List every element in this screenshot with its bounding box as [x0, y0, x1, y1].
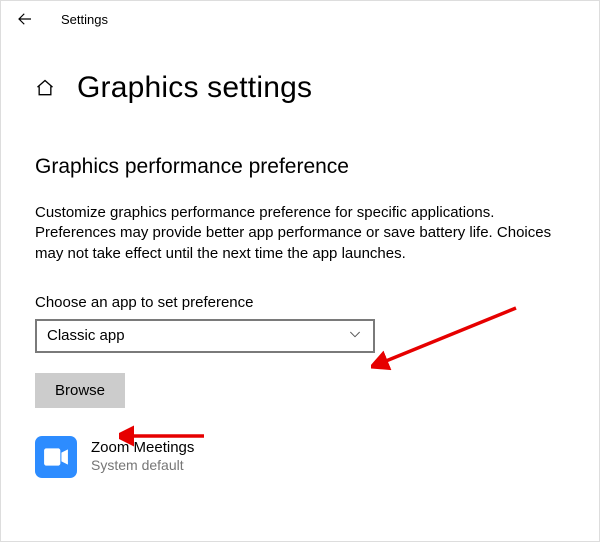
page-header: Graphics settings — [1, 37, 599, 105]
app-name: Zoom Meetings — [91, 439, 194, 458]
back-button[interactable] — [7, 1, 43, 37]
content-area: Graphics performance preference Customiz… — [1, 105, 599, 482]
section-description: Customize graphics performance preferenc… — [35, 203, 565, 264]
dropdown-selected-value: Classic app — [47, 327, 125, 344]
zoom-icon — [35, 436, 77, 478]
titlebar: Settings — [1, 1, 599, 37]
app-type-dropdown[interactable]: Classic app — [35, 319, 375, 353]
chevron-down-icon — [347, 326, 363, 346]
back-arrow-icon — [16, 10, 34, 28]
home-button[interactable] — [35, 78, 55, 98]
app-preference: System default — [91, 457, 194, 475]
section-title: Graphics performance preference — [35, 155, 565, 179]
browse-button[interactable]: Browse — [35, 373, 125, 408]
page-title: Graphics settings — [77, 71, 312, 105]
app-list-item[interactable]: Zoom Meetings System default — [35, 432, 565, 482]
window-title: Settings — [61, 12, 108, 27]
choose-app-label: Choose an app to set preference — [35, 294, 565, 311]
home-icon — [35, 78, 55, 98]
app-info: Zoom Meetings System default — [91, 439, 194, 475]
